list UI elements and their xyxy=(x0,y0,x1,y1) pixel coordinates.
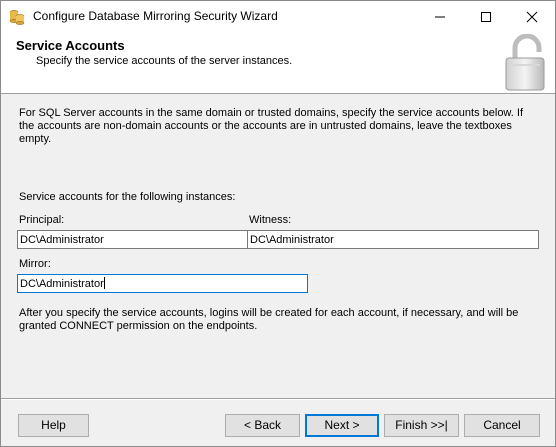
title-bar[interactable]: Configure Database Mirroring Security Wi… xyxy=(1,1,555,32)
help-button[interactable]: Help xyxy=(18,414,89,437)
minimize-icon xyxy=(435,16,445,18)
cancel-button[interactable]: Cancel xyxy=(464,414,540,437)
close-button[interactable] xyxy=(509,1,555,32)
app-icon xyxy=(8,8,26,26)
witness-label: Witness: xyxy=(249,214,292,226)
after-text: After you specify the service accounts, … xyxy=(19,307,519,332)
window-title: Configure Database Mirroring Security Wi… xyxy=(33,9,278,23)
wizard-window: Configure Database Mirroring Security Wi… xyxy=(0,0,556,447)
minimize-button[interactable] xyxy=(417,1,463,32)
maximize-icon xyxy=(481,12,491,22)
page-title: Service Accounts xyxy=(16,38,125,53)
padlock-icon xyxy=(501,33,549,92)
text-caret xyxy=(103,277,105,289)
back-button[interactable]: < Back xyxy=(225,414,300,437)
mirror-field[interactable]: DC\Administrator xyxy=(17,274,308,293)
intro-text: For SQL Server accounts in the same doma… xyxy=(19,107,523,145)
maximize-button[interactable] xyxy=(463,1,509,32)
principal-label: Principal: xyxy=(19,214,65,226)
section-label: Service accounts for the following insta… xyxy=(19,191,236,203)
principal-field[interactable]: DC\Administrator xyxy=(17,230,248,249)
witness-value: DC\Administrator xyxy=(250,234,334,246)
mirror-label: Mirror: xyxy=(19,258,51,270)
finish-button[interactable]: Finish >>| xyxy=(384,414,459,437)
footer-divider xyxy=(1,398,555,400)
mirror-value: DC\Administrator xyxy=(20,278,104,290)
principal-value: DC\Administrator xyxy=(20,234,104,246)
page-subtitle: Specify the service accounts of the serv… xyxy=(36,55,293,67)
next-button[interactable]: Next > xyxy=(305,414,379,437)
witness-field[interactable]: DC\Administrator xyxy=(247,230,539,249)
close-icon xyxy=(526,11,538,23)
wizard-header: Service Accounts Specify the service acc… xyxy=(1,32,555,94)
